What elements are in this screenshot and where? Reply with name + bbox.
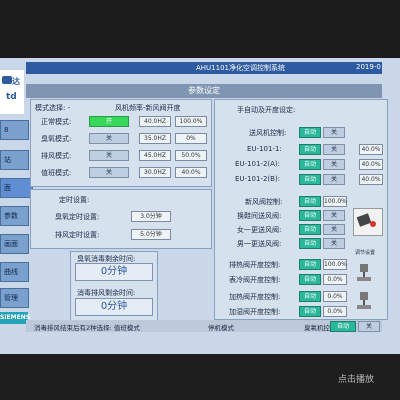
humidify-valve-auto-button[interactable]: 自动 (299, 306, 321, 317)
cooling-valve-auto-button[interactable]: 自动 (299, 274, 321, 285)
mode-normal-button[interactable]: 开 (89, 116, 129, 127)
logo-text-bottom: td (6, 92, 17, 102)
right-title: 手自动及开度设定: (237, 106, 296, 114)
ozone-auto-button[interactable]: 自动 (330, 321, 356, 332)
exhaust-heat-valve-value[interactable]: 100.0% (323, 259, 347, 270)
sidebar-item-screen[interactable]: 画面 (0, 234, 29, 254)
timer-title: 定时设置: (59, 196, 90, 204)
mode-exhaust-freq[interactable]: 45.0HZ (139, 150, 171, 161)
ozone-off-button[interactable]: 关 (358, 321, 380, 332)
mode-normal-freq[interactable]: 40.0HZ (139, 116, 171, 127)
sidebar-item-3[interactable]: 面 (0, 178, 33, 198)
eu1012b-value[interactable]: 40.0% (359, 174, 383, 185)
male-change-valve-label: 男一更送风阀: (237, 240, 282, 248)
timer-ozone-label: 臭氧定时设置: (55, 213, 100, 221)
sidebar-item-params[interactable]: 参数 (0, 206, 29, 226)
mode-label-ozone: 臭氧模式: (41, 135, 72, 143)
supply-fan-auto-button[interactable]: 自动 (299, 127, 321, 138)
bottom-status-bar: 消毒排风结束后有2种选择: 值班模式 停机模式 臭氧机控制: (26, 320, 382, 332)
eu1011-auto-button[interactable]: 自动 (299, 144, 321, 155)
mode-label-duty: 值班模式: (41, 169, 72, 177)
watermark: 点击播放 (338, 375, 375, 385)
heating-valve-auto-button[interactable]: 自动 (299, 291, 321, 302)
valve-actuator-icon-2 (357, 292, 371, 310)
exhaust-heat-valve-label: 排热阀开度控制: (229, 261, 281, 269)
bottom-message: 消毒排风结束后有2种选择: 值班模式 (34, 324, 140, 332)
damper-actuator-icon (353, 208, 383, 236)
ozone-remaining-value: 0分钟 (75, 263, 153, 281)
clock: 2019-0 (356, 63, 381, 71)
fresh-air-valve-auto-button[interactable]: 自动 (299, 196, 321, 207)
eu1012a-auto-button[interactable]: 自动 (299, 159, 321, 170)
mode-exhaust-button[interactable]: 关 (89, 150, 129, 161)
mode-normal-valve[interactable]: 100.0% (175, 116, 207, 127)
exhaust-remaining-value: 0分钟 (75, 298, 153, 316)
mode-header-left: 模式选择: - (35, 104, 71, 112)
supply-fan-off-button[interactable]: 关 (323, 127, 345, 138)
eu1012b-label: EU-101-2(B): (235, 175, 281, 183)
humidify-valve-value[interactable]: 0.0% (323, 306, 347, 317)
male-change-valve-off-button[interactable]: 关 (323, 238, 345, 249)
stop-mode-label: 停机模式 (208, 324, 234, 332)
cooling-valve-label: 表冷阀开度控制: (229, 276, 281, 284)
manual-auto-panel: 手自动及开度设定: 送风机控制: 自动 关 EU-101-1: 自动 关 40.… (214, 99, 388, 320)
mode-panel: 模式选择: - 风机频率-新风阀开度 正常模式: 开 40.0HZ 100.0%… (30, 99, 212, 187)
sidebar-item-manage[interactable]: 管理 (0, 288, 29, 308)
eu1012a-label: EU-101-2(A): (235, 160, 281, 168)
remaining-panel: 臭氧消毒剩余时间: 0分钟 消毒排风剩余时间: 0分钟 (70, 251, 158, 321)
page-title: 参数设定 (26, 84, 382, 98)
timer-exhaust-label: 排风定时设置: (55, 231, 100, 239)
female-change-valve-label: 女一更送风阀: (237, 226, 282, 234)
cooling-valve-value[interactable]: 0.0% (323, 274, 347, 285)
timer-exhaust-input[interactable]: 5.0分钟 (131, 229, 171, 240)
mode-exhaust-valve[interactable]: 50.0% (175, 150, 207, 161)
title-bar: AHU1101净化空调控制系统 2019-0 (26, 62, 382, 74)
sidebar-item-curve[interactable]: 曲线 (0, 262, 29, 282)
exhaust-heat-valve-auto-button[interactable]: 自动 (299, 259, 321, 270)
humidify-valve-label: 加湿阀开度控制: (229, 308, 281, 316)
eu1011-off-button[interactable]: 关 (323, 144, 345, 155)
logo-icon (2, 76, 12, 84)
eu1012b-off-button[interactable]: 关 (323, 174, 345, 185)
mode-header-right: 风机频率-新风阀开度 (115, 104, 181, 112)
eu1011-label: EU-101-1: (247, 145, 282, 153)
timer-ozone-input[interactable]: 3.0分钟 (131, 211, 171, 222)
fresh-air-valve-label: 新风阀控制: (245, 198, 283, 206)
sidebar-item-1[interactable]: 8 (0, 120, 29, 140)
valve-actuator-icon (357, 264, 371, 282)
female-change-valve-off-button[interactable]: 关 (323, 224, 345, 235)
shoe-room-valve-off-button[interactable]: 关 (323, 210, 345, 221)
exhaust-remaining-label: 消毒排风剩余时间: (77, 289, 136, 297)
app-title: AHU1101净化空调控制系统 (196, 64, 285, 72)
shoe-room-valve-label: 换鞋间送风阀: (237, 212, 282, 220)
heating-valve-value[interactable]: 0.0% (323, 291, 347, 302)
brand-siemens: SIEMENS (0, 312, 30, 324)
eu1012a-off-button[interactable]: 关 (323, 159, 345, 170)
mode-label-normal: 正常模式: (41, 118, 72, 126)
fresh-air-valve-value[interactable]: 100.0% (323, 196, 347, 207)
timer-panel: 定时设置: 臭氧定时设置: 3.0分钟 排风定时设置: 5.0分钟 (30, 189, 212, 249)
mode-duty-freq[interactable]: 30.0HZ (139, 167, 171, 178)
supply-fan-label: 送风机控制: (249, 129, 287, 137)
mode-ozone-valve[interactable]: 0% (175, 133, 207, 144)
logo-text-top: 达 (12, 77, 20, 86)
eu1011-value[interactable]: 40.0% (359, 144, 383, 155)
heating-valve-label: 加热阀开度控制: (229, 293, 281, 301)
mode-duty-valve[interactable]: 40.0% (175, 167, 207, 178)
female-change-valve-auto-button[interactable]: 自动 (299, 224, 321, 235)
male-change-valve-auto-button[interactable]: 自动 (299, 238, 321, 249)
eu1012b-auto-button[interactable]: 自动 (299, 174, 321, 185)
company-logo: 达 td (0, 70, 24, 114)
mode-label-exhaust: 排风模式: (41, 152, 72, 160)
mode-duty-button[interactable]: 关 (89, 167, 129, 178)
shoe-room-valve-auto-button[interactable]: 自动 (299, 210, 321, 221)
damper-caption: 调节设置 (355, 250, 376, 256)
eu1012a-value[interactable]: 40.0% (359, 159, 383, 170)
mode-ozone-button[interactable]: 关 (89, 133, 129, 144)
sidebar-item-2[interactable]: 站 (0, 150, 29, 170)
mode-ozone-freq[interactable]: 35.0HZ (139, 133, 171, 144)
